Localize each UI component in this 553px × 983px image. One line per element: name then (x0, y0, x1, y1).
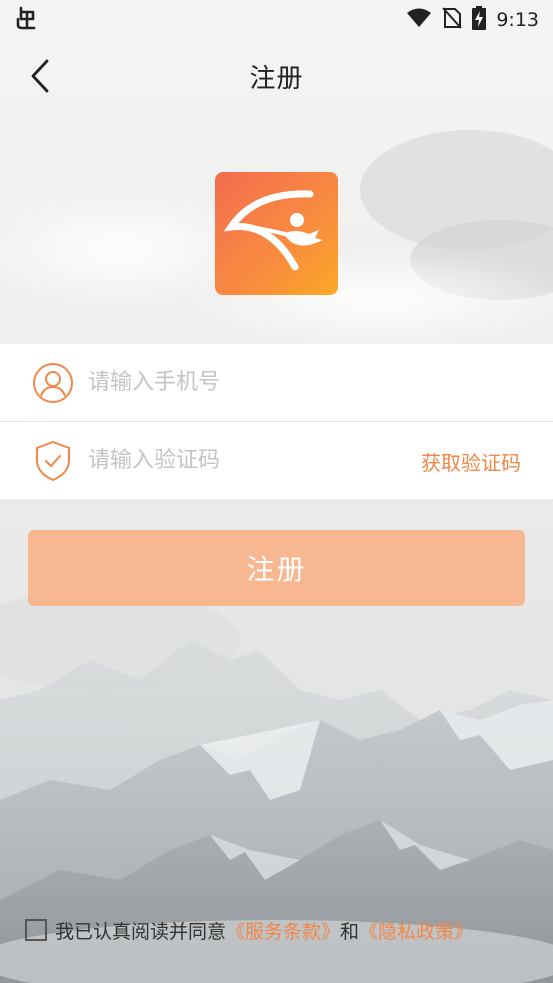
battery-charging-icon (472, 5, 487, 35)
status-time: 9:13 (496, 9, 539, 31)
app-logo (215, 172, 338, 295)
get-code-button[interactable]: 获取验证码 (421, 422, 521, 500)
register-button[interactable]: 注册 (28, 530, 525, 606)
status-left (14, 5, 40, 35)
no-sim-icon (442, 6, 463, 34)
agreement-conjunction: 和 (340, 920, 360, 943)
back-button[interactable] (22, 58, 58, 94)
phone-row (0, 344, 553, 421)
app-logo-icon (223, 190, 323, 271)
wifi-icon (406, 8, 432, 33)
back-arrow-icon (31, 59, 49, 93)
status-bar: 9:13 (0, 0, 553, 40)
shield-check-icon (32, 440, 74, 482)
status-right: 9:13 (406, 5, 539, 35)
register-form: 获取验证码 (0, 344, 553, 499)
bug-icon (14, 5, 40, 35)
user-icon (32, 362, 74, 404)
nav-bar: 注册 (0, 48, 553, 104)
privacy-link[interactable]: 《隐私政策》 (359, 917, 473, 944)
agreement: 我已认真阅读并同意 《服务条款》 和 《隐私政策》 (25, 916, 473, 944)
agreement-text: 我已认真阅读并同意 (55, 920, 227, 943)
phone-input[interactable] (88, 370, 388, 395)
register-screen: 9:13 注册 请输入手机号 请输入验证码 获取验证码 注册 我已认真阅读并同意… (0, 0, 553, 983)
code-row: 获取验证码 (0, 421, 553, 499)
verification-code-input[interactable] (88, 448, 388, 473)
page-title: 注册 (249, 63, 304, 94)
terms-link[interactable]: 《服务条款》 (226, 917, 340, 944)
agreement-checkbox[interactable] (25, 919, 47, 941)
